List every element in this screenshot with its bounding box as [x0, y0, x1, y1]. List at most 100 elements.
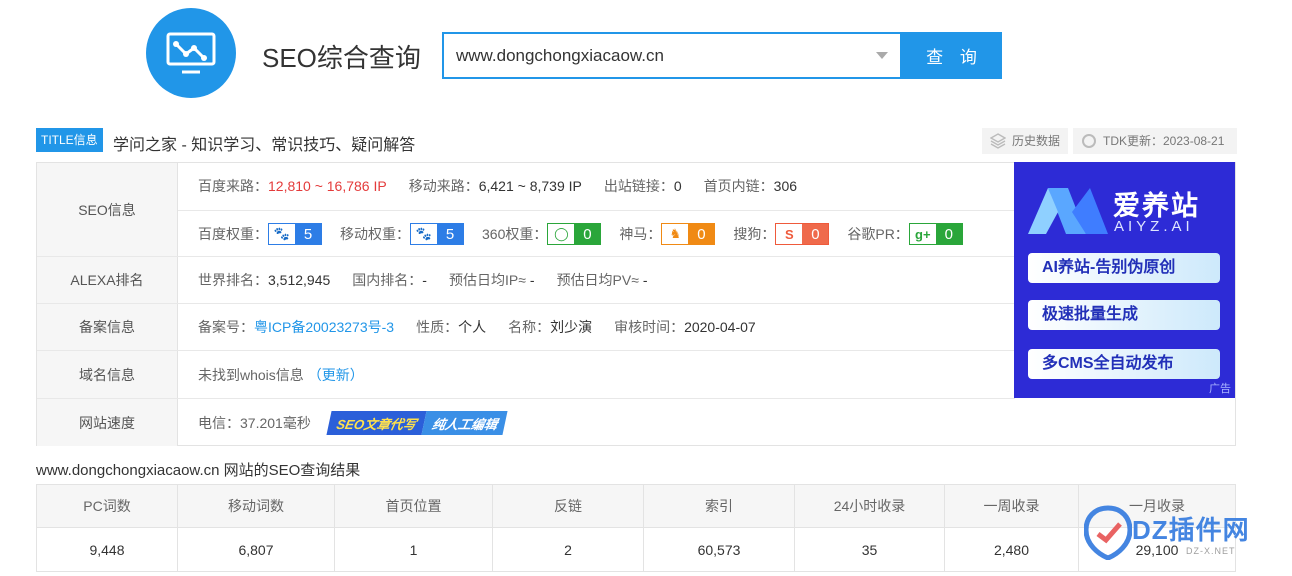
sogou-s-icon: S	[776, 224, 803, 244]
domain-label: 域名信息	[37, 351, 178, 398]
speed-label: 网站速度	[37, 399, 178, 446]
watermark-text: DZ插件网	[1132, 515, 1250, 545]
site-logo[interactable]	[146, 8, 236, 98]
seo-info-row: SEO信息 百度来路： 12,810 ~ 16,786 IP 移动来路： 6,4…	[37, 163, 1015, 257]
outbound-label: 出站链接：	[603, 178, 674, 194]
result-title: www.dongchongxiacaow.cn 网站的SEO查询结果	[36, 462, 361, 479]
360-weight-badge[interactable]: ◯ 0	[547, 223, 602, 245]
search-input[interactable]	[456, 34, 856, 77]
chevron-down-icon[interactable]	[876, 52, 888, 59]
icp-name-label: 名称：	[508, 319, 551, 335]
ad-item[interactable]: 极速批量生成	[1028, 300, 1220, 330]
baidu-weight-label: 百度权重：	[198, 226, 268, 242]
domain-line: 未找到whois信息 （更新）	[198, 365, 364, 385]
360-weight-label: 360权重：	[482, 226, 548, 242]
outbound-value: 0	[673, 178, 682, 194]
paw-icon: 🐾	[411, 224, 437, 244]
paw-icon: 🐾	[269, 224, 295, 244]
shenma-weight-label: 神马：	[619, 226, 662, 242]
mobile-traffic-label: 移动来路：	[408, 178, 479, 194]
history-data-button[interactable]: 历史数据	[982, 128, 1068, 154]
search-button[interactable]: 查 询	[901, 32, 1002, 79]
google-plus-icon: g+	[909, 224, 936, 244]
icp-line: 备案号： 粤ICP备20023273号-3 性质： 个人 名称： 刘少演 审核时…	[198, 317, 778, 337]
baidu-traffic-label: 百度来路：	[198, 178, 268, 194]
icp-label: 备案信息	[37, 304, 178, 350]
mobile-weight-label: 移动权重：	[340, 226, 410, 242]
google-pr-label: 谷歌PR：	[847, 226, 909, 242]
aiyz-ad-banner[interactable]: 爱养站 AIYZ.AI AI养站-告别伪原创 极速批量生成 多CMS全自动发布 …	[1014, 162, 1235, 398]
homepage-links-value: 306	[773, 178, 798, 194]
col-pc-words: PC词数	[36, 484, 178, 528]
daily-pv-value: -	[642, 272, 648, 288]
traffic-line: 百度来路： 12,810 ~ 16,786 IP 移动来路： 6,421 ~ 8…	[198, 176, 819, 196]
promo-seo-writing: SEO文章代写	[326, 411, 427, 435]
dz-watermark: DZ插件网 DZ-X.NET	[1082, 500, 1282, 576]
week-indexed-value[interactable]: 2,480	[944, 527, 1079, 572]
speed-row: 网站速度 电信：37.201毫秒 SEO文章代写 纯人工编辑	[37, 399, 1235, 446]
sogou-weight-badge[interactable]: S 0	[775, 223, 830, 245]
page-brand-title: SEO综合查询	[262, 43, 421, 73]
table-header-row: PC词数 移动词数 首页位置 反链 索引 24小时收录 一周收录 一月收录	[36, 484, 1236, 528]
col-week-indexed: 一周收录	[944, 484, 1079, 528]
baidu-traffic-value: 12,810 ~ 16,786 IP	[268, 178, 387, 194]
world-rank-value: 3,512,945	[268, 272, 331, 288]
col-mobile-words: 移动词数	[177, 484, 335, 528]
world-rank-label: 世界排名：	[198, 272, 268, 288]
icp-audit-value: 2020-04-07	[684, 319, 756, 335]
alexa-label: ALEXA排名	[37, 257, 178, 303]
whois-status-text: 未找到whois信息	[198, 367, 304, 383]
mobile-words-value[interactable]: 6,807	[177, 527, 335, 572]
icp-name-value: 刘少演	[550, 319, 593, 335]
shenma-weight-badge[interactable]: ♞ 0	[661, 223, 716, 245]
24h-indexed-value[interactable]: 35	[794, 527, 945, 572]
ad-item[interactable]: AI养站-告别伪原创	[1028, 253, 1220, 283]
col-24h-indexed: 24小时收录	[794, 484, 945, 528]
col-homepage-position: 首页位置	[334, 484, 493, 528]
alexa-row: ALEXA排名 世界排名： 3,512,945 国内排名： - 预估日均IP≈ …	[37, 257, 1015, 304]
homepage-links-label: 首页内链：	[703, 178, 774, 194]
aiyz-logo-icon	[1028, 188, 1108, 234]
whois-update-link[interactable]: （更新）	[308, 365, 364, 385]
ad-item[interactable]: 多CMS全自动发布	[1028, 349, 1220, 379]
col-index: 索引	[643, 484, 795, 528]
icp-number-label: 备案号：	[198, 319, 254, 335]
index-value[interactable]: 60,573	[643, 527, 795, 572]
sogou-weight-label: 搜狗：	[733, 226, 776, 242]
watermark-url: DZ-X.NET	[1186, 546, 1236, 556]
mobile-traffic-value: 6,421 ~ 8,739 IP	[478, 178, 582, 194]
col-backlinks: 反链	[492, 484, 644, 528]
ad-subtitle: AIYZ.AI	[1114, 218, 1194, 235]
tdk-update-button[interactable]: TDK更新：2023-08-21	[1073, 128, 1237, 154]
title-tag: TITLE信息	[36, 128, 103, 152]
icp-row: 备案信息 备案号： 粤ICP备20023273号-3 性质： 个人 名称： 刘少…	[37, 304, 1015, 351]
google-pr-badge[interactable]: g+ 0	[908, 223, 963, 245]
shenma-horse-icon: ♞	[662, 224, 689, 244]
icp-nature-value: 个人	[458, 319, 487, 335]
search-box[interactable]	[442, 32, 902, 79]
weights-line: 百度权重： 🐾 5 移动权重： 🐾 5 360权重： ◯ 0 神马： ♞ 0 搜…	[198, 223, 981, 245]
pc-words-value[interactable]: 9,448	[36, 527, 178, 572]
promo-manual-edit: 纯人工编辑	[421, 411, 508, 435]
seo-writing-promo[interactable]: SEO文章代写 纯人工编辑	[326, 411, 508, 435]
telecom-speed: 电信：37.201毫秒	[198, 415, 311, 431]
mobile-weight-badge[interactable]: 🐾 5	[410, 223, 464, 245]
layers-icon	[990, 133, 1006, 149]
icp-audit-label: 审核时间：	[614, 319, 685, 335]
alexa-line: 世界排名： 3,512,945 国内排名： - 预估日均IP≈ - 预估日均PV…	[198, 270, 670, 290]
homepage-position-value[interactable]: 1	[334, 527, 493, 572]
seo-result-table: PC词数 移动词数 首页位置 反链 索引 24小时收录 一周收录 一月收录 9,…	[36, 484, 1236, 572]
tdk-update-label: TDK更新：2023-08-21	[1103, 134, 1225, 148]
domestic-rank-label: 国内排名：	[352, 272, 423, 288]
daily-ip-value: -	[529, 272, 535, 288]
clock-icon	[1082, 134, 1096, 148]
domestic-rank-value: -	[422, 272, 427, 288]
icp-nature-label: 性质：	[416, 319, 459, 335]
history-data-label: 历史数据	[1012, 134, 1061, 148]
site-title-text: 学问之家 - 知识学习、常识技巧、疑问解答	[113, 137, 416, 154]
icp-number-link[interactable]: 粤ICP备20023273号-3	[254, 317, 394, 337]
daily-ip-label: 预估日均IP≈	[448, 272, 526, 288]
360-ring-icon: ◯	[548, 224, 575, 244]
baidu-weight-badge[interactable]: 🐾 5	[268, 223, 322, 245]
backlinks-value[interactable]: 2	[492, 527, 644, 572]
